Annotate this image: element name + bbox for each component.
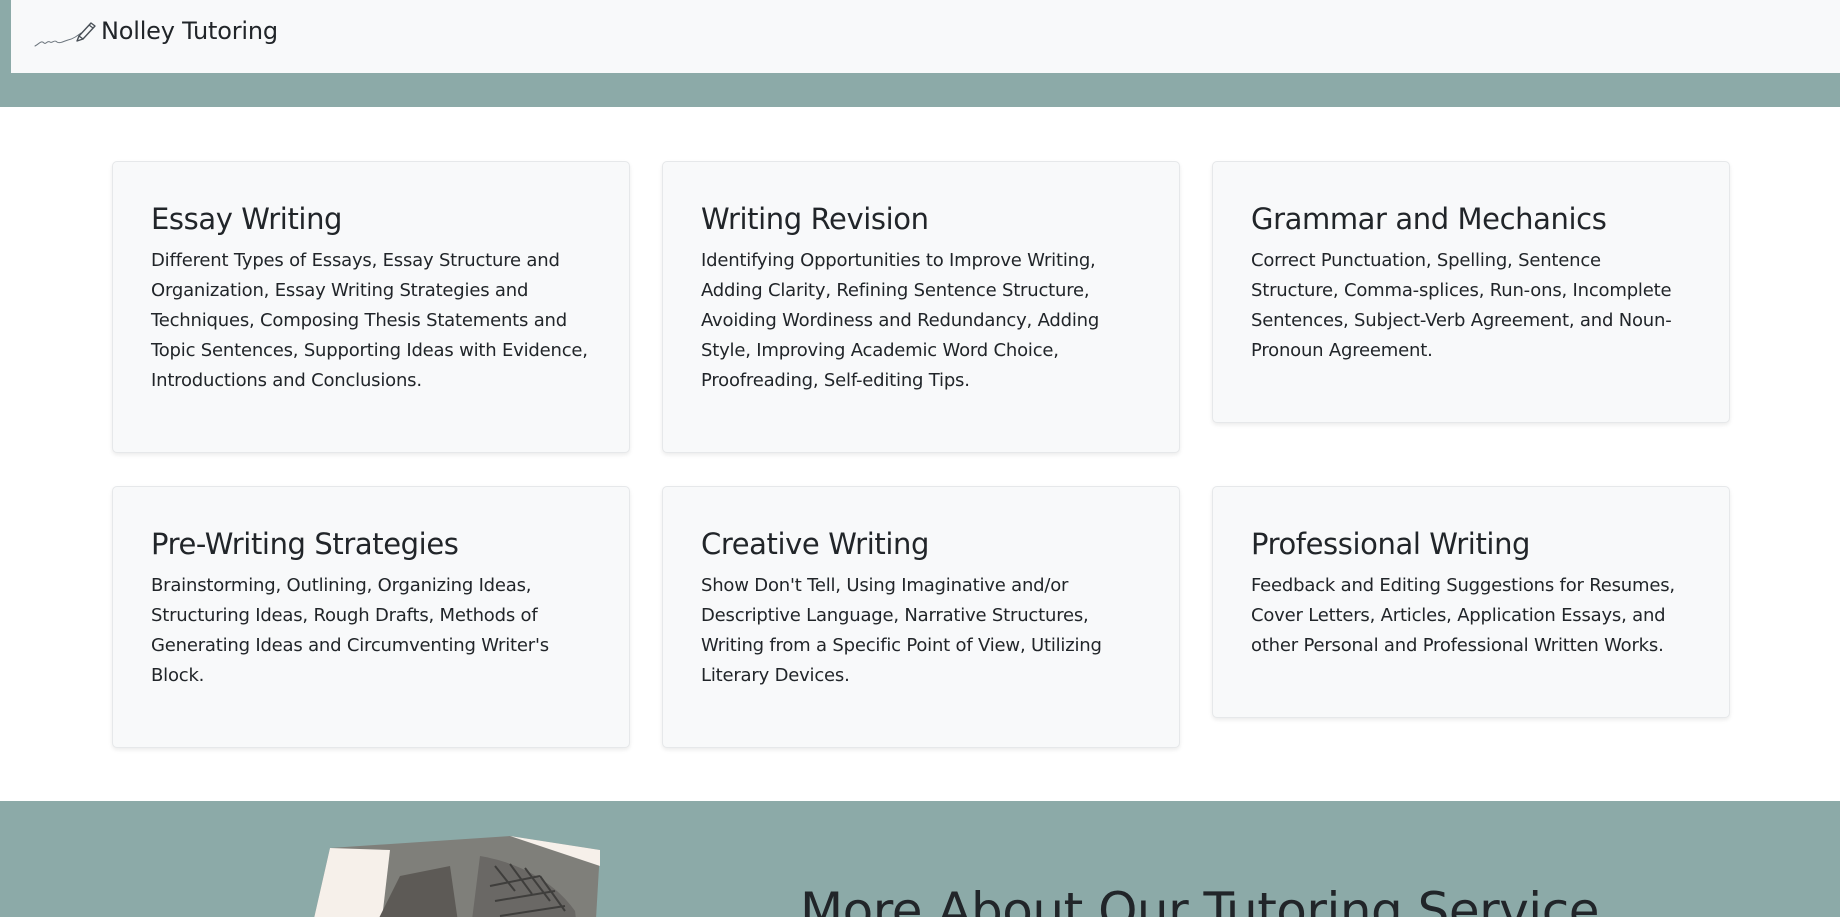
service-card-description: Correct Punctuation, Spelling, Sentence …: [1251, 250, 1672, 361]
pen-signature-icon: [34, 22, 96, 47]
service-card-grammar-and-mechanics: Grammar and Mechanics Correct Punctuatio…: [1212, 161, 1730, 423]
service-card-professional-writing: Professional Writing Feedback and Editin…: [1212, 486, 1730, 718]
service-card-title: Creative Writing: [701, 527, 929, 561]
service-card-description: Feedback and Editing Suggestions for Res…: [1251, 575, 1675, 656]
service-card-writing-revision: Writing Revision Identifying Opportuniti…: [662, 161, 1180, 453]
header-band: [0, 73, 1840, 107]
service-card-description: Identifying Opportunities to Improve Wri…: [701, 250, 1100, 391]
service-card-description: Show Don't Tell, Using Imaginative and/o…: [701, 575, 1102, 686]
service-card-title: Professional Writing: [1251, 527, 1531, 561]
navbar: Nolley Tutoring: [11, 0, 1840, 73]
service-card-description: Different Types of Essays, Essay Structu…: [151, 250, 588, 391]
service-card-description: Brainstorming, Outlining, Organizing Ide…: [151, 575, 549, 686]
service-card-title: Grammar and Mechanics: [1251, 202, 1607, 236]
about-title: More About Our Tutoring Service: [800, 882, 1599, 917]
service-card-creative-writing: Creative Writing Show Don't Tell, Using …: [662, 486, 1180, 748]
service-card-title: Pre-Writing Strategies: [151, 527, 459, 561]
service-card-essay-writing: Essay Writing Different Types of Essays,…: [112, 161, 630, 453]
service-card-title: Essay Writing: [151, 202, 343, 236]
about-section: More About Our Tutoring Service: [0, 801, 1840, 917]
service-card-pre-writing-strategies: Pre-Writing Strategies Brainstorming, Ou…: [112, 486, 630, 748]
about-photo: [314, 836, 600, 917]
nav-side-accent: [0, 0, 11, 73]
service-card-title: Writing Revision: [701, 202, 929, 236]
brand-name: Nolley Tutoring: [101, 17, 278, 45]
